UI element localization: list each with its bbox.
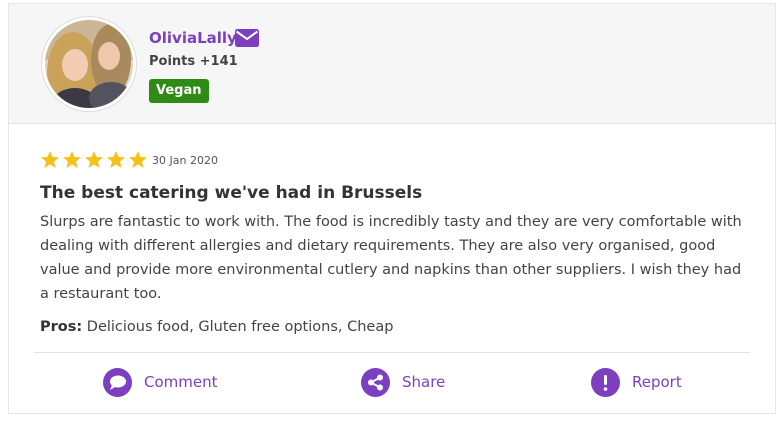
username-link[interactable]: OliviaLally [149,29,237,47]
reviewer-header: OliviaLally Points +141 Vegan [9,4,775,124]
review-body: Slurps are fantastic to work with. The f… [40,214,742,302]
share-button[interactable]: Share [361,367,445,397]
star-icon [85,151,103,168]
envelope-icon[interactable] [235,29,259,47]
share-label: Share [402,373,446,391]
report-button[interactable]: Report [591,367,682,397]
comment-button[interactable]: Comment [103,367,218,397]
comment-label: Comment [144,373,218,391]
diet-badge: Vegan [149,79,209,103]
review-card: OliviaLally Points +141 Vegan 30 Jan 202… [8,3,776,414]
review-pros: Pros: Delicious food, Gluten free option… [40,319,393,335]
star-icon [129,151,147,168]
pros-value: Delicious food, Gluten free options, Che… [82,319,394,335]
star-icon [63,151,81,168]
comment-bubble-icon [103,367,132,397]
report-label: Report [632,373,682,391]
share-icon [361,367,390,397]
review-date: 30 Jan 2020 [152,154,218,167]
star-icon [107,151,125,168]
avatar[interactable] [42,17,136,111]
exclamation-icon [591,367,620,397]
avatar-photo [45,20,133,108]
star-rating [40,150,150,170]
star-icon [41,151,59,168]
pros-label: Pros: [40,319,83,335]
divider [34,352,750,353]
review-title: The best catering we've had in Brussels [40,183,423,203]
user-points: Points +141 [149,54,238,69]
